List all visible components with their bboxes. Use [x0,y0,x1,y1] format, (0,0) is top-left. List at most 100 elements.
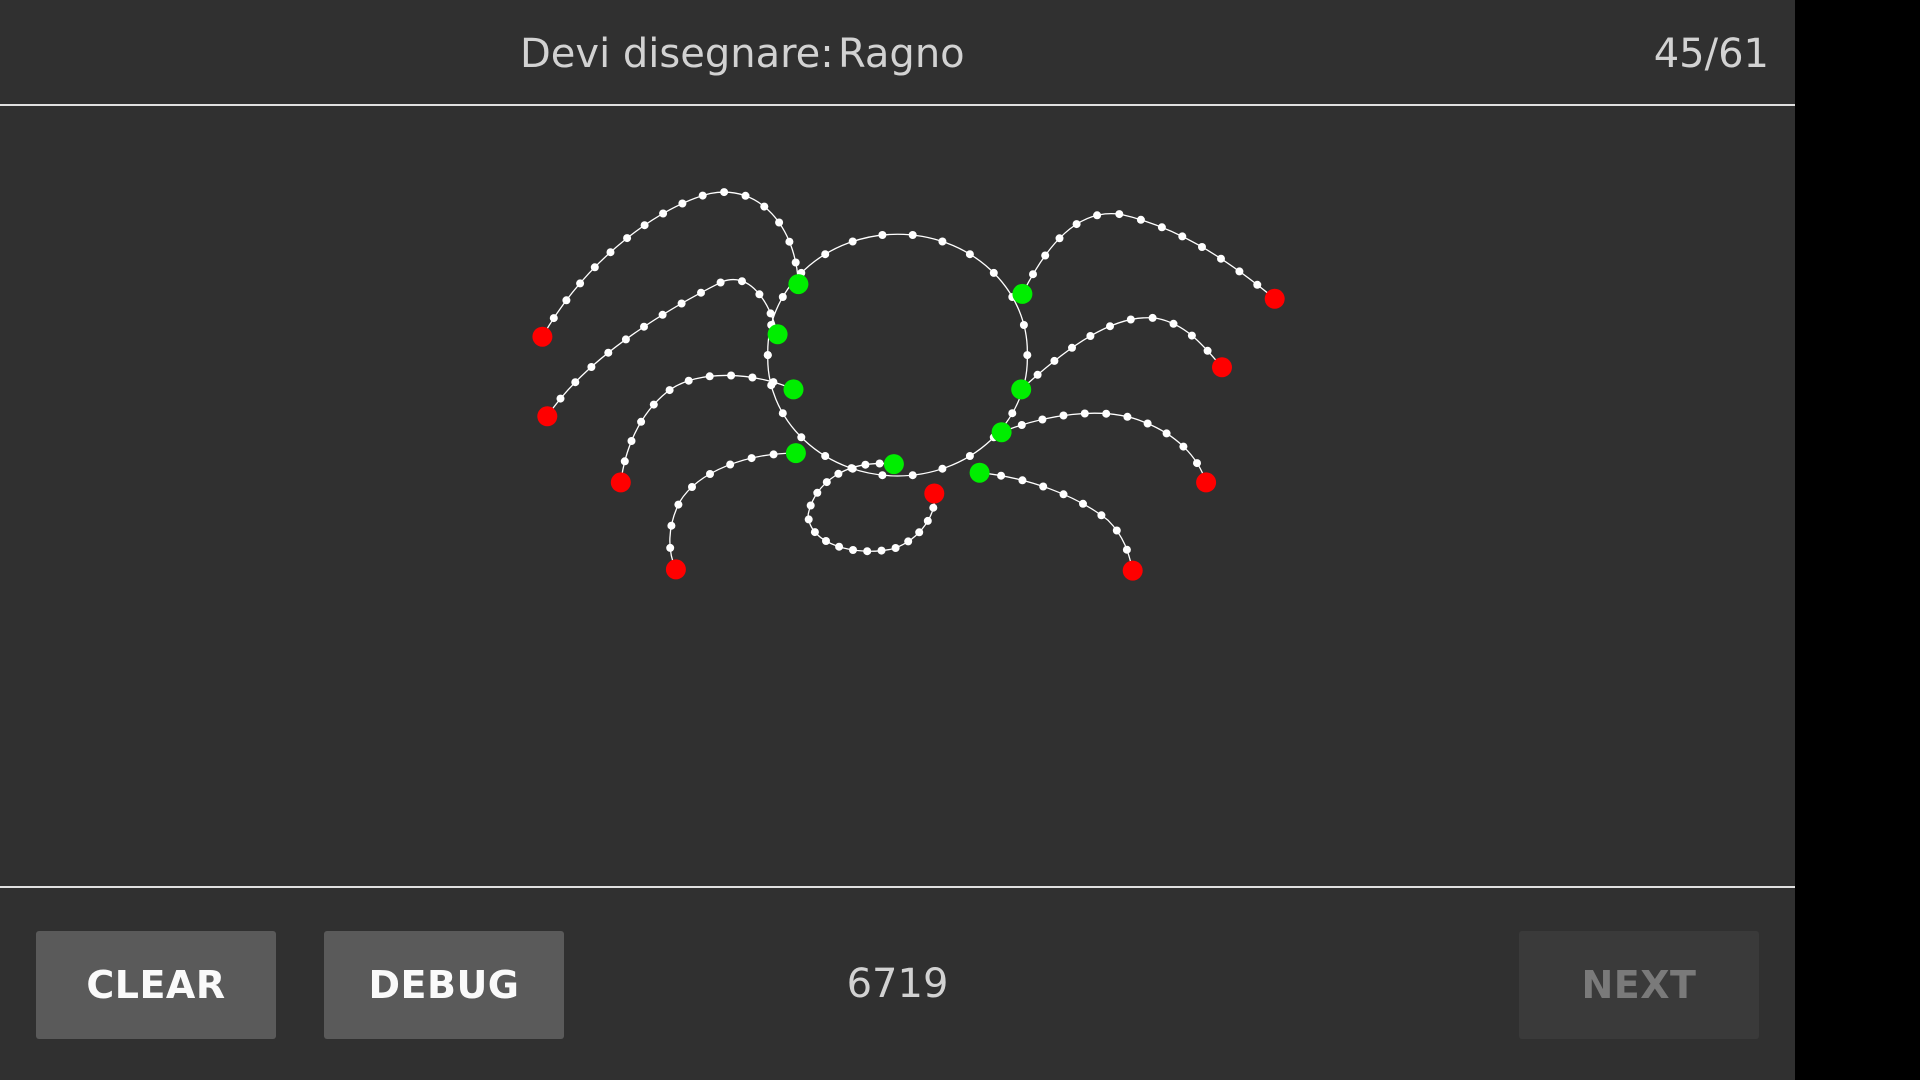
stroke-sample-point [766,309,775,318]
stroke-sample-point [1086,332,1095,340]
stroke-sample-point [1019,321,1028,329]
stroke-sample-point [1115,210,1124,219]
stroke-sample-point [908,231,917,239]
stroke-sample-point [1126,315,1135,324]
stroke-sample-point [1253,280,1262,289]
stroke-sample-point [1193,459,1201,468]
stroke-sample-point [705,372,714,381]
stroke-sample-point [684,376,693,385]
spider-leg-7-stroke [1001,412,1207,483]
stroke-sample-point [1018,476,1027,485]
leg-5-end-point [1264,288,1285,309]
stroke-sample-point [748,373,757,382]
stroke-sample-point [698,191,707,200]
stroke-sample-point [821,250,830,259]
stroke-sample-point [923,516,932,525]
stroke-sample-point [678,199,687,208]
stroke-sample-point [785,237,794,246]
leg-3-start-point [783,379,804,400]
stroke-sample-point [1093,211,1102,220]
stroke-sample-point [706,470,714,478]
stroke-sample-point [658,310,667,319]
spider-body-stroke [767,233,1028,477]
stroke-sample-point [904,537,913,546]
next-button[interactable]: NEXT [1519,931,1759,1039]
stroke-sample-point [549,314,558,323]
stroke-sample-point [1072,220,1081,229]
drawing-canvas[interactable] [0,108,1795,886]
stroke-sample-point [938,464,947,473]
stroke-sample-point [587,363,596,371]
stroke-sample-point [1097,511,1106,520]
spider-leg-5-stroke [1021,212,1276,300]
leg-2-start-point [767,324,788,345]
stroke-sample-point [755,290,764,299]
stroke-sample-point [747,454,756,463]
stroke-sample-point [1080,409,1089,418]
leg-2-end-point [537,406,558,427]
stroke-sample-point [1217,254,1225,263]
stroke-sample-point [849,546,857,554]
stroke-sample-point [1169,319,1178,328]
leg-8-start-point [969,462,990,483]
stroke-sample-point [738,277,746,286]
stroke-sample-point [915,528,924,537]
prompt-label: Devi disegnare: [520,31,834,77]
stroke-sample-point [822,537,830,545]
stroke-sample-point [1079,499,1087,508]
stroke-sample-point [847,464,856,473]
leg-4-start-point [785,443,806,464]
stroke-sample-point [1029,270,1037,279]
stroke-sample-point [804,515,813,524]
stroke-sample-point [640,221,649,230]
stroke-sample-point [1122,545,1131,554]
spider-leg-6-stroke [1020,317,1223,390]
stroke-sample-point [891,544,900,552]
stroke-sample-point [778,409,787,418]
leg-3-end-point [610,472,631,493]
stroke-sample-point [716,278,725,287]
stroke-sample-point [627,437,636,445]
stroke-sample-point [741,191,750,200]
stroke-sample-point [604,348,613,357]
stroke-sample-point [1106,322,1114,331]
stroke-sample-point [822,478,831,487]
stroke-sample-point [769,378,778,387]
stroke-sample-point [778,293,787,301]
stroke-sample-point [810,528,819,537]
stroke-sample-point [1017,421,1026,429]
stroke-sample-point [1112,526,1121,535]
stroke-sample-point [556,394,565,403]
stroke-sample-point [791,258,800,267]
stroke-sample-point [1148,313,1157,322]
loop-start-point [883,454,904,475]
clear-button[interactable]: CLEAR [36,931,276,1039]
stroke-sample-point [1178,232,1187,241]
stroke-sample-point [1068,343,1076,352]
stroke-sample-point [861,460,870,469]
debug-button[interactable]: DEBUG [324,931,564,1039]
stroke-sample-point [688,483,696,491]
stroke-sample-point [1055,234,1064,243]
stroke-sample-point [590,263,599,272]
spider-leg-3-stroke [620,374,794,483]
stroke-sample-point [878,471,887,480]
leg-7-start-point [991,422,1012,443]
stroke-sample-point [726,460,735,469]
stroke-sample-point [938,237,947,246]
stroke-sample-point [1038,415,1047,424]
stroke-sample-point [659,209,668,218]
stroke-sample-point [1033,370,1042,379]
leg-1-start-point [788,274,809,295]
leg-7-end-point [1196,472,1217,493]
stroke-sample-point [637,417,646,426]
stroke-sample-point [863,547,872,556]
stroke-sample-point [667,521,676,530]
stroke-sample-point [1198,243,1206,251]
footer-bar: CLEAR DEBUG 6719 NEXT [0,886,1795,1080]
stroke-sample-point [965,250,974,259]
stroke-sample-point [1041,251,1050,260]
stroke-sample-point [1235,267,1244,276]
leg-6-start-point [1011,379,1032,400]
progress-counter: 45/61 [1653,31,1769,77]
